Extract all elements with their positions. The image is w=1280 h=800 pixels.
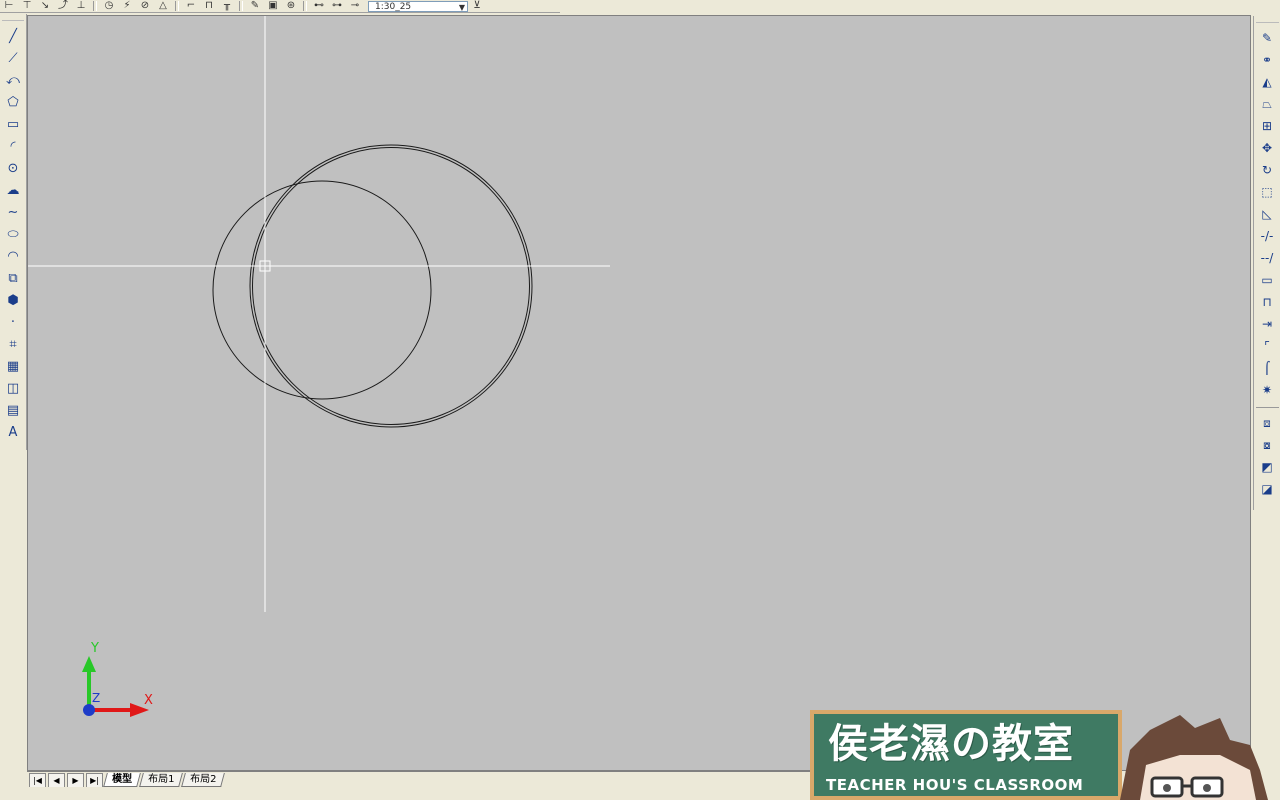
- dim-style-select[interactable]: 1:30_25 ▼: [368, 0, 468, 12]
- tab-layout1[interactable]: 布局1: [139, 773, 184, 787]
- spline-icon[interactable]: ∼: [2, 201, 24, 223]
- drawing-svg: Y X Z: [28, 16, 610, 717]
- toolbar-btn-10[interactable]: ⌐: [182, 0, 200, 12]
- construction-line-icon[interactable]: ⟋: [2, 47, 24, 69]
- break-icon[interactable]: ⊓: [1256, 291, 1278, 313]
- drawing-canvas[interactable]: Y X Z: [27, 15, 1251, 771]
- toolbar-btn-15[interactable]: ⊛: [282, 0, 300, 12]
- mascot-face-icon: [1120, 715, 1268, 800]
- dim-style-value: 1:30_25: [375, 1, 412, 12]
- tab-layout2[interactable]: 布局2: [181, 773, 226, 787]
- fillet-icon[interactable]: ⌠: [1256, 357, 1278, 379]
- mirror-icon[interactable]: ◭: [1256, 71, 1278, 93]
- toolbar-btn-1[interactable]: ⊢: [0, 0, 18, 12]
- toolbar-btn-5[interactable]: ⊥: [72, 0, 90, 12]
- modify-toolbar: ✎ ⚭ ◭ ⏢ ⊞ ✥ ↻ ⬚ ◺ -/- --/▭ ⊓ ⇥ ⌜ ⌠ ✷ ⧈ ⧇ ◩ ◪: [1253, 16, 1280, 510]
- tab-label: 布局2: [190, 774, 217, 785]
- send-under-icon[interactable]: ◪: [1256, 478, 1278, 500]
- ucs-z-label: Z: [92, 691, 100, 705]
- toolbar-btn-18[interactable]: ⊸: [346, 0, 364, 12]
- region-icon[interactable]: ◫: [2, 377, 24, 399]
- point-icon[interactable]: ·: [2, 311, 24, 333]
- toolbar-btn-16[interactable]: ⊷: [310, 0, 328, 12]
- toolbar-separator: [1256, 403, 1279, 408]
- bring-above-icon[interactable]: ◩: [1256, 456, 1278, 478]
- copy-icon[interactable]: ⚭: [1256, 49, 1278, 71]
- table-icon[interactable]: ▤: [2, 399, 24, 421]
- polygon-icon[interactable]: ⬠: [2, 91, 24, 113]
- tab-label: 模型: [112, 774, 133, 785]
- toolbar-btn-6[interactable]: ◷: [100, 0, 118, 12]
- insert-block-icon[interactable]: ⧉: [2, 267, 24, 289]
- draw-toolbar: ╱ ⟋ ⤺ ⬠ ▭ ◜ ⊙ ☁ ∼ ⬭ ◠ ⧉ ⬢ · ⌗ ▦ ◫ ▤ A: [0, 14, 27, 450]
- rectangle-icon[interactable]: ▭: [2, 113, 24, 135]
- toolbar-btn-14[interactable]: ▣: [264, 0, 282, 12]
- toolbar-separator: [303, 1, 307, 11]
- ellipse-icon[interactable]: ⬭: [2, 223, 24, 245]
- hatch-icon[interactable]: ⌗: [2, 333, 24, 355]
- ucs-x-label: X: [144, 693, 153, 708]
- layout-tabs-bar: |◀ ◀ ▶ ▶| 模型 布局1 布局2: [27, 771, 810, 788]
- toolbar-btn-11[interactable]: ⊓: [200, 0, 218, 12]
- erase-icon[interactable]: ✎: [1256, 27, 1278, 49]
- toolbar-grip[interactable]: [1256, 16, 1279, 23]
- join-icon[interactable]: ⇥: [1256, 313, 1278, 335]
- array-icon[interactable]: ⊞: [1256, 115, 1278, 137]
- break-at-point-icon[interactable]: ▭: [1256, 269, 1278, 291]
- toolbar-separator: [93, 1, 97, 11]
- tab-nav-next[interactable]: ▶: [67, 772, 84, 788]
- toolbar-btn-2[interactable]: ⊤: [18, 0, 36, 12]
- circle-small[interactable]: [212, 180, 432, 400]
- status-strip: [0, 787, 810, 800]
- scale-icon[interactable]: ⬚: [1256, 181, 1278, 203]
- extend-icon[interactable]: --/: [1256, 247, 1278, 269]
- chalkboard-logo: 侯老濕の教室 TEACHER HOU'S CLASSROOM: [810, 710, 1122, 800]
- arc-icon[interactable]: ◜: [2, 135, 24, 157]
- toolbar-btn-9[interactable]: △: [154, 0, 172, 12]
- ucs-icon: Y X Z: [82, 641, 153, 717]
- circle-icon[interactable]: ⊙: [2, 157, 24, 179]
- toolbar-grip[interactable]: [2, 14, 24, 21]
- send-to-back-icon[interactable]: ⧇: [1256, 434, 1278, 456]
- toolbar-btn-13[interactable]: ✎: [246, 0, 264, 12]
- make-block-icon[interactable]: ⬢: [2, 289, 24, 311]
- dim-style-button[interactable]: ⊻: [468, 0, 486, 12]
- move-icon[interactable]: ✥: [1256, 137, 1278, 159]
- watermark-title: 侯老濕の教室: [828, 721, 1074, 767]
- multiline-text-icon[interactable]: A: [2, 421, 24, 443]
- polyline-icon[interactable]: ⤺: [2, 69, 24, 91]
- line-icon[interactable]: ╱: [2, 25, 24, 47]
- tab-label: 布局1: [148, 774, 175, 785]
- revision-cloud-icon[interactable]: ☁: [2, 179, 24, 201]
- chalkboard-inner: 侯老濕の教室 TEACHER HOU'S CLASSROOM: [814, 714, 1118, 796]
- trim-icon[interactable]: -/-: [1256, 225, 1278, 247]
- toolbar-btn-7[interactable]: ⚡: [118, 0, 136, 12]
- toolbar-btn-8[interactable]: ⊘: [136, 0, 154, 12]
- tab-nav-last[interactable]: ▶|: [86, 772, 103, 788]
- watermark-subtitle: TEACHER HOU'S CLASSROOM: [826, 776, 1084, 794]
- bring-to-front-icon[interactable]: ⧈: [1256, 412, 1278, 434]
- ellipse-arc-icon[interactable]: ◠: [2, 245, 24, 267]
- toolbar-btn-3[interactable]: ↘: [36, 0, 54, 12]
- tab-nav-first[interactable]: |◀: [29, 772, 46, 788]
- offset-icon[interactable]: ⏢: [1256, 93, 1278, 115]
- circle-large-inner[interactable]: [252, 147, 530, 425]
- chamfer-icon[interactable]: ⌜: [1256, 335, 1278, 357]
- tab-nav-prev[interactable]: ◀: [48, 772, 65, 788]
- ucs-y-label: Y: [90, 641, 99, 656]
- toolbar-separator: [175, 1, 179, 11]
- circle-large-outer[interactable]: [249, 144, 533, 428]
- toolbar-btn-17[interactable]: ⊶: [328, 0, 346, 12]
- toolbar-btn-12[interactable]: ╥: [218, 0, 236, 12]
- tab-model[interactable]: 模型: [103, 773, 141, 787]
- chevron-down-icon: ▼: [458, 2, 465, 12]
- gradient-icon[interactable]: ▦: [2, 355, 24, 377]
- stretch-icon[interactable]: ◺: [1256, 203, 1278, 225]
- toolbar-separator: [239, 1, 243, 11]
- top-toolbar: ⊢ ⊤ ↘ ⤴ ⊥ ◷ ⚡ ⊘ △ ⌐ ⊓ ╥ ✎ ▣ ⊛ ⊷ ⊶ ⊸ 1:30…: [0, 0, 560, 13]
- explode-icon[interactable]: ✷: [1256, 379, 1278, 401]
- toolbar-btn-4[interactable]: ⤴: [54, 0, 72, 12]
- channel-watermark: 侯老濕の教室 TEACHER HOU'S CLASSROOM: [810, 710, 1280, 800]
- rotate-icon[interactable]: ↻: [1256, 159, 1278, 181]
